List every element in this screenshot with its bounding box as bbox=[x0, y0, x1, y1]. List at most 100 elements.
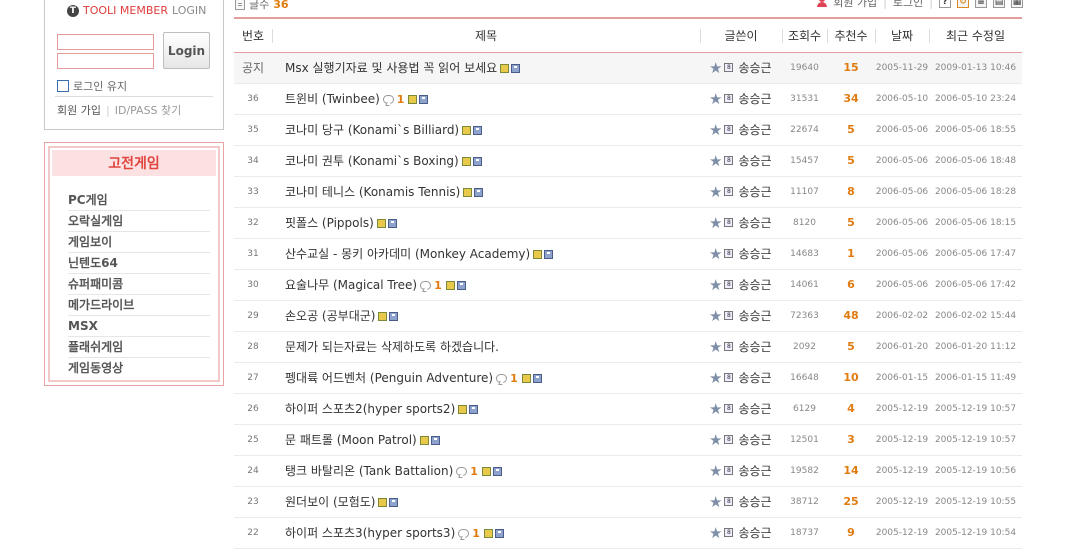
col-header-votes[interactable]: 추천수 bbox=[827, 17, 875, 53]
post-title-link[interactable]: 원더보이 (모험도) bbox=[285, 495, 375, 509]
keep-login-row[interactable]: 로그인 유지 bbox=[57, 78, 127, 94]
webzine-view-icon[interactable]: ▤ bbox=[993, 0, 1005, 8]
writer[interactable]: ★ 8 송승근 bbox=[709, 121, 772, 138]
keep-login-checkbox[interactable] bbox=[57, 80, 69, 92]
file-attachment-icon bbox=[419, 95, 429, 104]
last-edited: 2005-12-19 10:57 bbox=[929, 393, 1022, 425]
category-item[interactable]: 오락실게임 bbox=[68, 211, 210, 232]
post-title-link[interactable]: 트윈비 (Twinbee) bbox=[285, 92, 380, 106]
col-header-edited[interactable]: 최근 수정일 bbox=[929, 17, 1022, 53]
writer-name[interactable]: 송승근 bbox=[738, 152, 771, 169]
writer[interactable]: ★ 8 송승근 bbox=[709, 462, 772, 479]
col-header-date[interactable]: 날짜 bbox=[875, 17, 929, 53]
join-link[interactable]: 회원 가입 bbox=[57, 102, 101, 118]
writer-name[interactable]: 송승근 bbox=[738, 307, 771, 324]
writer-name[interactable]: 송승근 bbox=[738, 245, 771, 262]
post-number: 29 bbox=[234, 300, 272, 332]
list-view-icon[interactable]: ≡ bbox=[975, 0, 987, 8]
post-title-link[interactable]: 요술나무 (Magical Tree) bbox=[285, 278, 417, 292]
writer-name[interactable]: 송승근 bbox=[738, 493, 771, 510]
writer[interactable]: ★ 8 송승근 bbox=[709, 183, 772, 200]
writer[interactable]: ★ 8 송승근 bbox=[709, 214, 772, 231]
post-icons: 1 bbox=[496, 372, 542, 385]
post-title-link[interactable]: 펭대륙 어드벤처 (Penguin Adventure) bbox=[285, 371, 493, 385]
post-title-link[interactable]: 문 패트롤 (Moon Patrol) bbox=[285, 433, 417, 447]
writer[interactable]: ★ 8 송승근 bbox=[709, 245, 772, 262]
writer-name[interactable]: 송승근 bbox=[738, 121, 771, 138]
image-attachment-icon bbox=[445, 281, 455, 290]
file-attachment-icon bbox=[472, 157, 482, 166]
comment-count[interactable]: 1 bbox=[470, 465, 478, 478]
member-level-star-icon: ★ bbox=[709, 275, 723, 294]
table-row: 30 요술나무 (Magical Tree) 1 ★ 8 송승근 14061 6 2006-05… bbox=[234, 269, 1022, 301]
post-title-link[interactable]: 코나미 당구 (Konami`s Billiard) bbox=[285, 123, 459, 137]
post-title-link[interactable]: Msx 실행기자료 및 사용법 꼭 읽어 보세요 bbox=[285, 61, 497, 75]
writer[interactable]: ★ 8 송승근 bbox=[709, 338, 772, 355]
table-row: 23 원더보이 (모험도) ★ 8 송승근 38712 25 2005-12-19 2005-1… bbox=[234, 486, 1022, 518]
post-number: 31 bbox=[234, 238, 272, 270]
comment-count[interactable]: 1 bbox=[472, 527, 480, 540]
file-attachment-icon bbox=[474, 188, 484, 197]
writer[interactable]: ★ 8 송승근 bbox=[709, 59, 772, 76]
find-id-pass-link[interactable]: ID/PASS 찾기 bbox=[115, 102, 182, 118]
post-number: 36 bbox=[234, 83, 272, 115]
writer-name[interactable]: 송승근 bbox=[738, 59, 771, 76]
post-title-link[interactable]: 손오공 (공부대군) bbox=[285, 309, 375, 323]
post-title-link[interactable]: 핏폴스 (Pippols) bbox=[285, 216, 374, 230]
category-item[interactable]: MSX bbox=[68, 316, 210, 337]
document-icon bbox=[235, 0, 245, 10]
writer[interactable]: ★ 8 송승근 bbox=[709, 152, 772, 169]
writer-name[interactable]: 송승근 bbox=[738, 431, 771, 448]
writer[interactable]: ★ 8 송승근 bbox=[709, 307, 772, 324]
help-icon[interactable]: ? bbox=[939, 0, 951, 8]
post-writer-cell: ★ 8 송승근 bbox=[700, 362, 782, 394]
post-title-link[interactable]: 코나미 권투 (Konami`s Boxing) bbox=[285, 154, 459, 168]
top-join-link[interactable]: 회원 가입 bbox=[833, 0, 877, 10]
password-input[interactable] bbox=[57, 53, 154, 69]
writer[interactable]: ★ 8 송승근 bbox=[709, 431, 772, 448]
writer-name[interactable]: 송승근 bbox=[738, 183, 771, 200]
refresh-icon[interactable]: ↻ bbox=[957, 0, 969, 8]
post-title-link[interactable]: 코나미 테니스 (Konamis Tennis) bbox=[285, 185, 460, 199]
writer-name[interactable]: 송승근 bbox=[738, 462, 771, 479]
writer[interactable]: ★ 8 송승근 bbox=[709, 493, 772, 510]
writer-name[interactable]: 송승근 bbox=[738, 524, 771, 541]
writer[interactable]: ★ 8 송승근 bbox=[709, 276, 772, 293]
category-item[interactable]: 닌텐도64 bbox=[68, 253, 210, 274]
writer[interactable]: ★ 8 송승근 bbox=[709, 369, 772, 386]
comment-count[interactable]: 1 bbox=[434, 279, 442, 292]
comment-count[interactable]: 1 bbox=[397, 93, 405, 106]
post-title-link[interactable]: 문제가 되는자료는 삭제하도록 하겠습니다. bbox=[285, 340, 499, 354]
writer-name[interactable]: 송승근 bbox=[738, 369, 771, 386]
post-title-link[interactable]: 탱크 바탈리온 (Tank Battalion) bbox=[285, 464, 453, 478]
writer[interactable]: ★ 8 송승근 bbox=[709, 90, 772, 107]
post-date: 2006-05-06 bbox=[875, 145, 929, 177]
category-item[interactable]: 게임보이 bbox=[68, 232, 210, 253]
user-id-input[interactable] bbox=[57, 34, 154, 50]
writer-name[interactable]: 송승근 bbox=[738, 90, 771, 107]
writer-name[interactable]: 송승근 bbox=[738, 338, 771, 355]
view-count: 18737 bbox=[782, 517, 827, 549]
writer-name[interactable]: 송승근 bbox=[738, 276, 771, 293]
category-item[interactable]: 플래쉬게임 bbox=[68, 337, 210, 358]
category-item[interactable]: PC게임 bbox=[68, 190, 210, 211]
writer-name[interactable]: 송승근 bbox=[738, 214, 771, 231]
post-title-cell: 탱크 바탈리온 (Tank Battalion) 1 bbox=[272, 455, 700, 487]
category-item[interactable]: 슈퍼패미콤 bbox=[68, 274, 210, 295]
view-count: 11107 bbox=[782, 176, 827, 208]
post-title-link[interactable]: 하이퍼 스포츠2(hyper sports2) bbox=[285, 402, 455, 416]
image-attachment-icon bbox=[483, 529, 493, 538]
post-title-link[interactable]: 하이퍼 스포츠3(hyper sports3) bbox=[285, 526, 455, 540]
writer[interactable]: ★ 8 송승근 bbox=[709, 524, 772, 541]
post-title-link[interactable]: 산수교실 - 몽키 아카데미 (Monkey Academy) bbox=[285, 247, 530, 261]
comment-count[interactable]: 1 bbox=[510, 372, 518, 385]
writer-name[interactable]: 송승근 bbox=[738, 400, 771, 417]
category-item[interactable]: 메가드라이브 bbox=[68, 295, 210, 316]
gallery-view-icon[interactable]: ▦ bbox=[1011, 0, 1023, 8]
category-item[interactable]: 게임동영상 bbox=[68, 358, 210, 379]
post-title-cell: 트윈비 (Twinbee) 1 bbox=[272, 83, 700, 115]
col-header-views[interactable]: 조회수 bbox=[782, 17, 827, 53]
writer[interactable]: ★ 8 송승근 bbox=[709, 400, 772, 417]
top-login-link[interactable]: 로그인 bbox=[893, 0, 923, 10]
login-button[interactable]: Login bbox=[163, 32, 210, 69]
